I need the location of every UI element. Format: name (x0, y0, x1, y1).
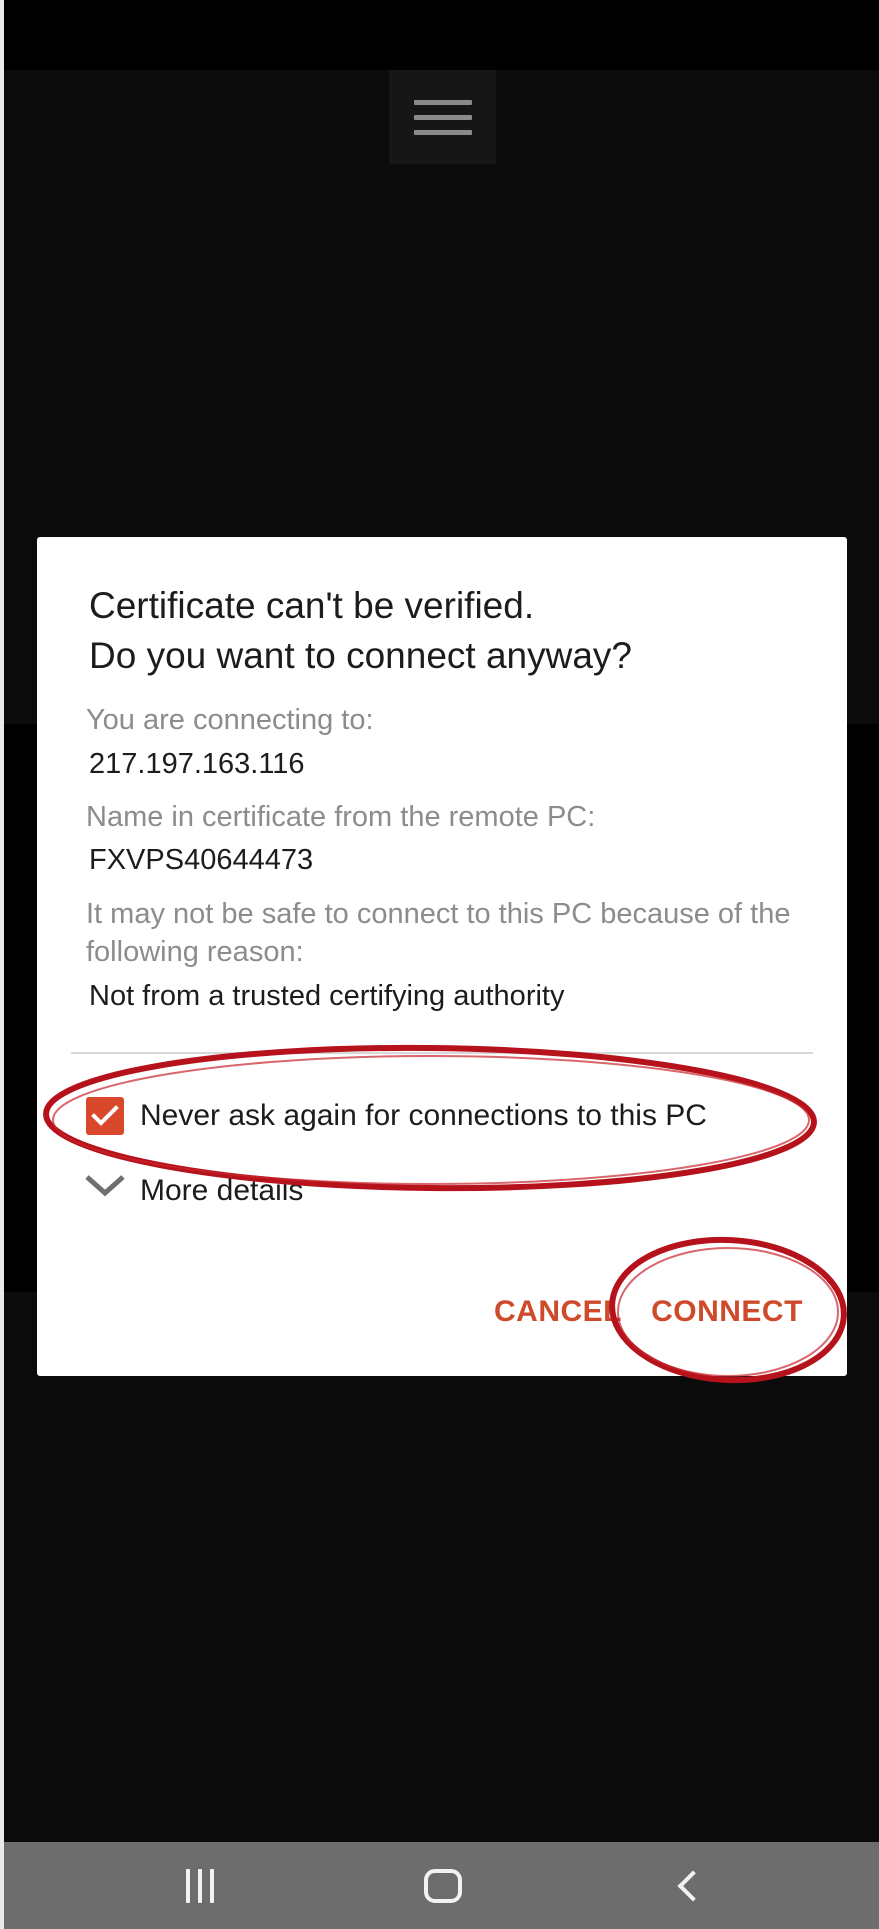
connect-button[interactable]: CONNECT (641, 1287, 813, 1337)
dialog-title-line: Certificate can't be verified. (89, 585, 535, 626)
never-ask-label[interactable]: Never ask again for connections to this … (140, 1096, 780, 1136)
status-bar (4, 0, 879, 70)
chevron-down-icon[interactable] (83, 1173, 127, 1199)
hamburger-menu-icon[interactable] (389, 70, 496, 164)
checkmark-icon (91, 1105, 119, 1126)
system-nav-bar (4, 1842, 879, 1929)
menu-bar (413, 129, 472, 135)
screen: Certificate can't be verified. Do you wa… (0, 0, 879, 1929)
dialog-title-line: Do you want to connect anyway? (89, 635, 632, 676)
recent-apps-icon[interactable] (140, 1842, 260, 1929)
cert-name-value: FXVPS40644473 (89, 844, 314, 876)
recent-apps-lines (186, 1868, 214, 1903)
home-icon[interactable] (383, 1842, 503, 1929)
menu-bar (413, 99, 472, 105)
menu-bar (413, 114, 472, 120)
reason-value: Not from a trusted certifying authority (89, 980, 565, 1012)
cancel-button[interactable]: CANCEL (473, 1287, 643, 1337)
never-ask-checkbox[interactable] (86, 1097, 124, 1135)
certificate-dialog: Certificate can't be verified. Do you wa… (37, 537, 847, 1376)
more-details-link[interactable]: More details (140, 1171, 540, 1211)
dialog-title: Certificate can't be verified. Do you wa… (89, 581, 809, 681)
divider (71, 1052, 813, 1054)
back-icon[interactable] (628, 1842, 748, 1929)
back-chevron (677, 1869, 709, 1902)
connecting-to-value: 217.197.163.116 (89, 748, 305, 780)
cert-name-label: Name in certificate from the remote PC: (86, 801, 596, 833)
connecting-to-label: You are connecting to: (86, 704, 374, 736)
home-shape (424, 1868, 462, 1903)
reason-label: It may not be safe to connect to this PC… (86, 898, 791, 968)
